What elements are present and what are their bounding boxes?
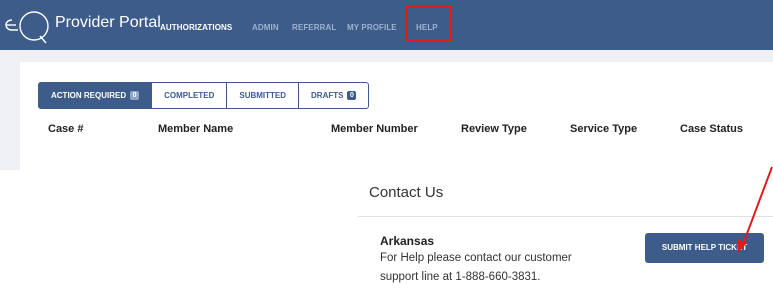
state-name: Arkansas (380, 234, 435, 248)
column-header-case-status[interactable]: Case Status (680, 123, 743, 135)
tab-action-required[interactable]: ACTION REQUIRED 0 (39, 83, 153, 108)
nav-my-profile[interactable]: MY PROFILE (347, 23, 397, 32)
tab-completed[interactable]: COMPLETED (152, 83, 228, 108)
contact-us-heading: Contact Us (369, 184, 444, 201)
tab-submitted[interactable]: SUBMITTED (227, 83, 300, 108)
red-arrow-icon (737, 166, 773, 253)
column-header-service-type[interactable]: Service Type (570, 123, 637, 135)
cases-card (20, 62, 773, 170)
count-badge: 0 (347, 91, 357, 100)
tab-label: COMPLETED (164, 91, 215, 100)
portal-title[interactable]: Provider Portal (55, 14, 161, 32)
column-header-member-number[interactable]: Member Number (331, 123, 418, 135)
case-tabs: ACTION REQUIRED 0 COMPLETED SUBMITTED DR… (38, 82, 370, 109)
support-text: For Help please contact our customer sup… (380, 252, 572, 283)
column-header-member-name[interactable]: Member Name (158, 123, 233, 135)
section-divider (358, 216, 773, 217)
tab-label: SUBMITTED (239, 91, 287, 100)
count-badge: 0 (130, 91, 140, 100)
help-highlight-box (406, 5, 452, 42)
column-header-case[interactable]: Case # (48, 123, 83, 135)
tab-label: DRAFTS (311, 91, 344, 100)
tab-drafts[interactable]: DRAFTS 0 (299, 83, 368, 108)
nav-authorizations[interactable]: AUTHORIZATIONS (160, 23, 232, 32)
nav-referral[interactable]: REFERRAL (292, 23, 336, 32)
column-header-review-type[interactable]: Review Type (461, 123, 527, 135)
eq-logo-icon (5, 11, 49, 44)
tab-label: ACTION REQUIRED (51, 91, 127, 100)
nav-admin[interactable]: ADMIN (252, 23, 279, 32)
